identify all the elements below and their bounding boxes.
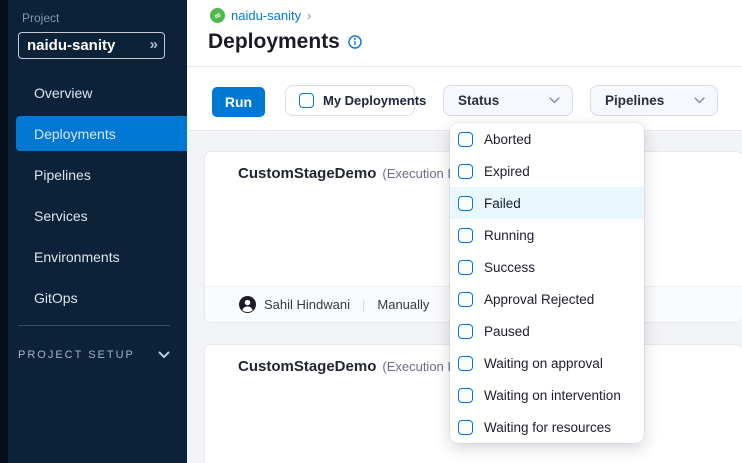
app-window: Project » Overview Deployments Pipelines… [0,0,742,463]
execution-title-row: CustomStageDemo (Execution Id [238,165,458,182]
page-title-row: Deployments [208,30,362,54]
breadcrumb-project-link[interactable]: naidu-sanity [231,8,301,23]
sidebar-item-label: Deployments [34,126,116,142]
page-title: Deployments [208,30,340,54]
status-dropdown-menu: Aborted Expired Failed Running Success A… [450,123,644,443]
project-expand-icon[interactable]: » [148,36,164,55]
chevron-right-icon: › [307,8,311,23]
sidebar-item-label: Services [34,208,88,224]
status-option-label: Expired [484,164,530,179]
my-deployments-checkbox[interactable] [299,93,314,108]
status-option-expired[interactable]: Expired [450,155,644,187]
status-option-label: Waiting on intervention [484,388,621,403]
chevron-down-icon [158,351,170,359]
status-option-checkbox[interactable] [458,388,473,403]
execution-id-note: (Execution Id [382,166,458,181]
pipeline-name[interactable]: CustomStageDemo [238,165,376,182]
chevron-down-icon [549,97,560,104]
cd-module-icon: ∞ [210,8,225,23]
status-option-checkbox[interactable] [458,324,473,339]
sidebar-item-overview[interactable]: Overview [0,72,187,113]
status-option-label: Running [484,228,534,243]
header-divider [187,66,742,67]
pipelines-filter-dropdown[interactable]: Pipelines [590,85,718,116]
trigger-type: Manually [377,297,429,312]
sidebar: Project » Overview Deployments Pipelines… [0,0,187,463]
status-option-checkbox[interactable] [458,132,473,147]
sidebar-item-gitops[interactable]: GitOps [0,277,187,318]
triggered-by: Sahil Hindwani [264,297,350,312]
sidebar-item-label: Pipelines [34,167,91,183]
user-avatar-icon [239,296,256,313]
status-option-checkbox[interactable] [458,356,473,371]
sidebar-item-label: Overview [34,85,92,101]
footer-separator: | [358,297,369,312]
execution-title-row: CustomStageDemo (Execution Id [238,358,458,375]
status-option-label: Failed [484,196,521,211]
status-option-approval-rejected[interactable]: Approval Rejected [450,283,644,315]
status-option-label: Waiting on approval [484,356,603,371]
status-option-checkbox[interactable] [458,196,473,211]
status-option-label: Approval Rejected [484,292,594,307]
status-option-checkbox[interactable] [458,228,473,243]
sidebar-item-services[interactable]: Services [0,195,187,236]
breadcrumb: ∞ naidu-sanity › [210,8,311,23]
project-label: Project [22,11,59,25]
status-option-checkbox[interactable] [458,164,473,179]
status-option-checkbox[interactable] [458,292,473,307]
project-setup-toggle[interactable]: PROJECT SETUP [18,349,170,361]
status-option-label: Paused [484,324,530,339]
status-option-waiting-for-resources[interactable]: Waiting for resources [450,411,644,443]
status-filter-label: Status [458,93,499,108]
sidebar-item-pipelines[interactable]: Pipelines [0,154,187,195]
status-option-waiting-on-approval[interactable]: Waiting on approval [450,347,644,379]
project-setup-label: PROJECT SETUP [18,349,135,361]
sidebar-divider [18,325,170,326]
status-option-success[interactable]: Success [450,251,644,283]
sidebar-item-label: GitOps [34,290,78,306]
pipelines-filter-label: Pipelines [605,93,664,108]
run-button[interactable]: Run [212,87,265,117]
project-selector[interactable]: » [18,32,165,59]
status-option-waiting-on-intervention[interactable]: Waiting on intervention [450,379,644,411]
status-option-aborted[interactable]: Aborted [450,123,644,155]
sidebar-nav: Overview Deployments Pipelines Services … [0,72,187,318]
my-deployments-filter[interactable]: My Deployments [285,85,415,116]
status-option-running[interactable]: Running [450,219,644,251]
status-option-label: Aborted [484,132,531,147]
status-option-checkbox[interactable] [458,260,473,275]
status-filter-dropdown[interactable]: Status [443,85,573,116]
my-deployments-label: My Deployments [323,93,426,108]
status-option-failed[interactable]: Failed [450,187,644,219]
chevron-down-icon [694,97,705,104]
sidebar-item-label: Environments [34,249,120,265]
project-input[interactable] [19,37,148,54]
sidebar-item-environments[interactable]: Environments [0,236,187,277]
pipeline-name[interactable]: CustomStageDemo [238,358,376,375]
status-option-label: Success [484,260,535,275]
sidebar-item-deployments[interactable]: Deployments [0,113,187,154]
execution-id-note: (Execution Id [382,359,458,374]
info-icon[interactable] [348,35,362,49]
status-option-checkbox[interactable] [458,420,473,435]
status-option-paused[interactable]: Paused [450,315,644,347]
status-option-label: Waiting for resources [484,420,611,435]
